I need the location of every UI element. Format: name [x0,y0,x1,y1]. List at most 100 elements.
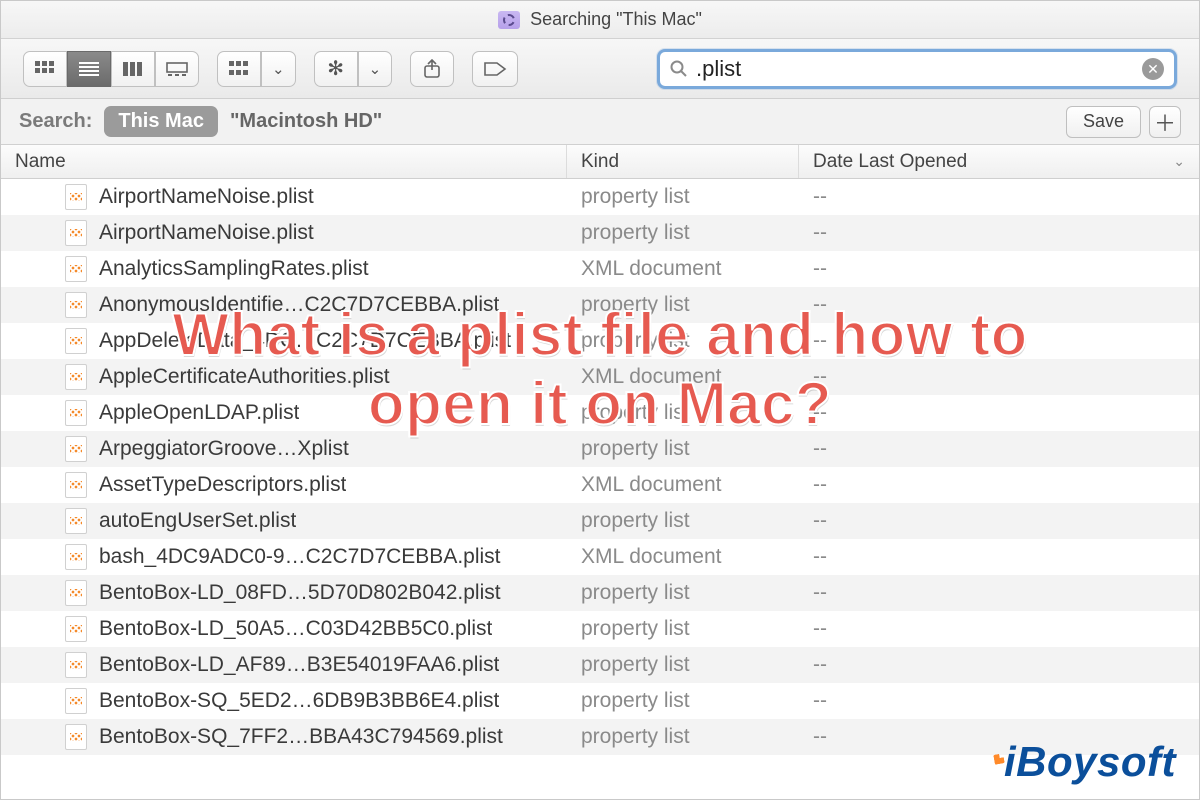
table-row[interactable]: autoEngUserSet.plist property list-- [1,503,1199,539]
file-kind: property list [567,689,799,713]
file-kind: XML document [567,473,799,497]
column-name[interactable]: Name [1,145,567,178]
file-kind: property list [567,293,799,317]
action-menu-button[interactable]: ✻ [314,51,358,87]
file-kind: property list [567,329,799,353]
scope-macintosh-hd[interactable]: "Macintosh HD" [230,110,382,133]
file-date: -- [799,293,1199,317]
table-row[interactable]: AirportNameNoise.plistproperty list-- [1,215,1199,251]
plist-file-icon [65,292,87,318]
file-date: -- [799,401,1199,425]
file-kind: property list [567,725,799,749]
table-row[interactable]: AssetTypeDescriptors.plist XML document-- [1,467,1199,503]
search-scope-bar: Search: This Mac "Macintosh HD" Save ＋ [1,99,1199,145]
column-date[interactable]: Date Last Opened ⌄ [799,145,1199,178]
columns-icon [123,62,143,76]
list-icon [79,62,99,76]
plist-file-icon [65,472,87,498]
file-name: BentoBox-SQ_7FF2…BBA43C794569.plist [99,725,503,749]
column-headers: Name Kind Date Last Opened ⌄ [1,145,1199,179]
plist-file-icon [65,364,87,390]
search-field[interactable]: ✕ [657,49,1177,89]
file-name: BentoBox-LD_AF89…B3E54019FAA6.plist [99,653,499,677]
view-mode-group [23,51,199,87]
action-group: ✻ ⌄ [314,51,393,87]
file-name: AssetTypeDescriptors.plist [99,473,346,497]
plist-file-icon [65,328,87,354]
watermark-accent-icon [993,753,1005,765]
plist-file-icon [65,544,87,570]
file-date: -- [799,689,1199,713]
view-column-button[interactable] [111,51,155,87]
file-kind: property list [567,617,799,641]
table-row[interactable]: AppleOpenLDAP.plistproperty list-- [1,395,1199,431]
file-date: -- [799,545,1199,569]
file-kind: XML document [567,365,799,389]
group-by-dropdown[interactable]: ⌄ [261,51,296,87]
file-date: -- [799,185,1199,209]
table-row[interactable]: BentoBox-LD_08FD…5D70D802B042.plist prope… [1,575,1199,611]
search-input[interactable] [696,56,1134,82]
window-title: Searching "This Mac" [530,9,702,30]
action-menu-dropdown[interactable]: ⌄ [358,51,393,87]
tags-button[interactable] [472,51,518,87]
column-kind[interactable]: Kind [567,145,799,178]
chevron-down-icon: ⌄ [272,60,285,78]
view-gallery-button[interactable] [155,51,199,87]
group-by-group: ⌄ [217,51,296,87]
table-row[interactable]: bash_4DC9ADC0-9…C2C7D7CEBBA.plistXML doc… [1,539,1199,575]
file-date: -- [799,581,1199,605]
scope-this-mac[interactable]: This Mac [104,106,218,137]
file-date: -- [799,473,1199,497]
table-row[interactable]: AirportNameNoise.plist property list-- [1,179,1199,215]
file-name: AppDeleteData_4DC…C2C7D7CEBBA.plist [99,329,511,353]
plist-file-icon [65,400,87,426]
save-search-button[interactable]: Save [1066,106,1141,138]
plist-file-icon [65,256,87,282]
file-kind: XML document [567,257,799,281]
file-name: AppleOpenLDAP.plist [99,401,299,425]
file-date: -- [799,509,1199,533]
add-criteria-button[interactable]: ＋ [1149,106,1181,138]
table-row[interactable]: BentoBox-LD_50A5…C03D42BB5C0.plist proper… [1,611,1199,647]
file-name: autoEngUserSet.plist [99,509,296,533]
file-kind: XML document [567,545,799,569]
table-row[interactable]: AnalyticsSamplingRates.plist XML document… [1,251,1199,287]
file-date: -- [799,329,1199,353]
table-row[interactable]: BentoBox-SQ_5ED2…6DB9B3BB6E4.plistproper… [1,683,1199,719]
group-icon [229,61,249,77]
table-row[interactable]: AppDeleteData_4DC…C2C7D7CEBBA.plist prope… [1,323,1199,359]
file-kind: property list [567,509,799,533]
share-button[interactable] [410,51,454,87]
file-name: AnalyticsSamplingRates.plist [99,257,369,281]
view-icon-button[interactable] [23,51,67,87]
table-row[interactable]: ArpeggiatorGroove…Xplistproperty list-- [1,431,1199,467]
view-list-button[interactable] [67,51,111,87]
file-name: ArpeggiatorGroove…Xplist [99,437,349,461]
table-row[interactable]: BentoBox-LD_AF89…B3E54019FAA6.plist prope… [1,647,1199,683]
file-name: AnonymousIdentifie…C2C7D7CEBBA.plist [99,293,499,317]
finder-window: Searching "This Mac" ⌄ [0,0,1200,800]
gallery-icon [166,62,188,76]
smart-folder-icon [498,11,520,29]
plist-file-icon [65,184,87,210]
file-name: AirportNameNoise.plist [99,221,314,245]
plist-file-icon [65,616,87,642]
file-name: AirportNameNoise.plist [99,185,314,209]
file-kind: property list [567,581,799,605]
clear-search-button[interactable]: ✕ [1142,58,1164,80]
results-list: AirportNameNoise.plistproperty list--Air… [1,179,1199,799]
group-by-button[interactable] [217,51,261,87]
file-name: BentoBox-LD_08FD…5D70D802B042.plist [99,581,501,605]
file-kind: property list [567,185,799,209]
grid-icon [35,61,55,77]
file-name: BentoBox-LD_50A5…C03D42BB5C0.plist [99,617,492,641]
file-kind: property list [567,653,799,677]
table-row[interactable]: AnonymousIdentifie…C2C7D7CEBBA.plist prop… [1,287,1199,323]
search-icon [670,60,688,78]
table-row[interactable]: AppleCertificateAuthorities.plistXML doc… [1,359,1199,395]
file-date: -- [799,365,1199,389]
plist-file-icon [65,436,87,462]
share-icon [423,59,441,79]
plist-file-icon [65,688,87,714]
